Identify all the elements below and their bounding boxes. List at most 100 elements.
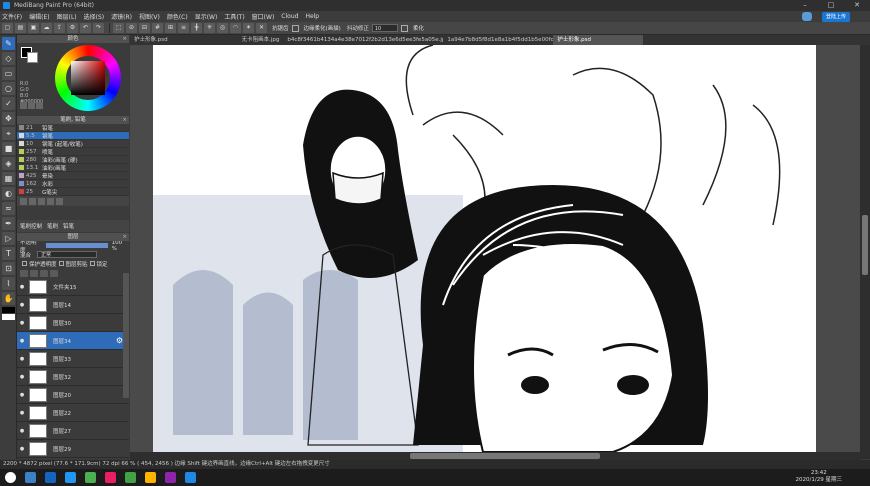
brush-item[interactable]: 10 钢笔 (起笔/收笔)	[17, 140, 129, 148]
layer-row[interactable]: ● 图层27	[17, 422, 129, 440]
snap-radial-icon[interactable]: ✳	[204, 23, 215, 33]
brush-item[interactable]: 13.1 油彩(画笔	[17, 164, 129, 172]
menu-select[interactable]: 选择(S)	[84, 12, 105, 21]
folder-icon[interactable]	[145, 472, 156, 483]
layer-row[interactable]: ● 图层20	[17, 386, 129, 404]
visibility-icon[interactable]: ●	[17, 320, 27, 326]
chrome-icon[interactable]	[85, 472, 96, 483]
foreground-swatch[interactable]	[2, 307, 15, 313]
layer-row[interactable]: ● 图层22	[17, 404, 129, 422]
layer-row[interactable]: ● 图层30	[17, 314, 129, 332]
wheel-mode-icon[interactable]	[20, 102, 27, 109]
lasso-tool-icon[interactable]: ○	[2, 82, 15, 95]
horizontal-scrollbar[interactable]	[130, 452, 860, 460]
menu-file[interactable]: 文件(F)	[2, 12, 22, 21]
bucket-tool-icon[interactable]: ◈	[2, 157, 15, 170]
delete-brush-icon[interactable]	[56, 197, 63, 205]
tab-brush-control[interactable]: 笔刷控制	[20, 222, 42, 230]
clipping-checkbox[interactable]	[58, 261, 64, 266]
snap-curve-icon[interactable]: ◠	[230, 23, 241, 33]
close-icon[interactable]: ×	[122, 116, 127, 124]
grid-icon[interactable]: #	[152, 23, 163, 33]
app-icon[interactable]	[105, 472, 116, 483]
layer-settings-icon[interactable]: ⚙	[116, 336, 123, 345]
close-icon[interactable]: ×	[122, 35, 127, 43]
maximize-button[interactable]: □	[818, 0, 844, 11]
snap-parallel-icon[interactable]: ≡	[178, 23, 189, 33]
import-brush-icon[interactable]	[47, 197, 54, 205]
menu-tools[interactable]: 工具(T)	[224, 12, 244, 21]
menu-cloud[interactable]: Cloud	[281, 13, 298, 20]
cloud-save-icon[interactable]: ☁	[41, 23, 52, 33]
stabilizer-select[interactable]: 10	[371, 24, 398, 32]
shape-tool-icon[interactable]: ▷	[2, 232, 15, 245]
menu-view[interactable]: 视图(V)	[139, 12, 160, 21]
settings-icon[interactable]: ⚙	[67, 23, 78, 33]
eyedropper-tool-icon[interactable]: ⌇	[2, 277, 15, 290]
minimize-button[interactable]: –	[792, 0, 818, 11]
selection-icon[interactable]: ⬚	[113, 23, 124, 33]
gradient-tool-icon[interactable]: ▦	[2, 172, 15, 185]
brush-item[interactable]: 162 水彩	[17, 180, 129, 188]
drawing-canvas[interactable]	[153, 45, 816, 452]
doc-tab[interactable]: 1a94e7b8d5f8d1e8a1b4f5dd1b5e00fd4f0d4e3d…	[443, 35, 553, 45]
slider-mode-icon[interactable]	[28, 102, 35, 109]
brush-item[interactable]: 425 晕染	[17, 172, 129, 180]
visibility-icon[interactable]: ●	[17, 446, 27, 452]
app-icon[interactable]	[165, 472, 176, 483]
cloud-icon[interactable]	[802, 12, 812, 21]
snap-cross-icon[interactable]: ╋	[191, 23, 202, 33]
eraser-tool-icon[interactable]: ◇	[2, 52, 15, 65]
layer-row[interactable]: ● 图层14	[17, 296, 129, 314]
menu-layer[interactable]: 图层(L)	[57, 12, 77, 21]
snap-icon[interactable]: ⊞	[165, 23, 176, 33]
doc-tab[interactable]: b4c8f3461b4134a4e38e7012f2b2d13e6d5ee3fe…	[283, 35, 443, 45]
doc-tab[interactable]: 无卡阻画本.jpg	[172, 35, 284, 45]
saturation-square[interactable]	[71, 61, 105, 95]
text-tool-icon[interactable]: T	[2, 247, 15, 260]
deselect-icon[interactable]: ⊘	[126, 23, 137, 33]
cloud-upload-button[interactable]: 登陆上传	[821, 12, 850, 22]
new-file-icon[interactable]: ▢	[2, 23, 13, 33]
hand-tool-icon[interactable]: ✋	[2, 292, 15, 305]
snap-vanish-icon[interactable]: ✶	[243, 23, 254, 33]
open-file-icon[interactable]: ▤	[15, 23, 26, 33]
visibility-icon[interactable]: ●	[17, 392, 27, 398]
vertical-scrollbar[interactable]	[860, 45, 870, 459]
tab-pencil[interactable]: 铅笔	[63, 222, 74, 230]
snap-off-icon[interactable]: ✕	[256, 23, 267, 33]
new-folder-icon[interactable]	[30, 269, 38, 277]
layer-row[interactable]: ● 图层29	[17, 440, 129, 458]
brush-item[interactable]: 21 铅笔	[17, 124, 129, 132]
blend-mode-select[interactable]: 正常	[37, 251, 98, 258]
copy-brush-icon[interactable]	[38, 197, 45, 205]
layer-row[interactable]: ● 图层33	[17, 350, 129, 368]
background-color[interactable]	[27, 52, 38, 63]
opacity-slider[interactable]	[45, 243, 108, 248]
brush-item[interactable]: 25 G笔尖	[17, 188, 129, 196]
menu-display[interactable]: 显示(W)	[195, 12, 218, 21]
add-brush-icon[interactable]	[20, 197, 27, 205]
snap-circle-icon[interactable]: ◎	[217, 23, 228, 33]
vertical-scroll-thumb[interactable]	[862, 215, 868, 275]
move-tool-icon[interactable]: ✥	[2, 112, 15, 125]
brush-settings-icon[interactable]	[29, 197, 36, 205]
edge-soften-checkbox[interactable]	[291, 24, 299, 32]
layer-scrollbar[interactable]	[123, 273, 129, 398]
medibang-icon[interactable]	[185, 472, 196, 483]
close-button[interactable]: ✕	[844, 0, 870, 11]
menu-window[interactable]: 窗口(W)	[252, 12, 275, 21]
save-icon[interactable]: ▣	[28, 23, 39, 33]
visibility-icon[interactable]: ●	[17, 338, 27, 344]
visibility-icon[interactable]: ●	[17, 428, 27, 434]
visibility-icon[interactable]: ●	[17, 284, 27, 290]
menu-help[interactable]: Help	[305, 13, 319, 20]
explorer-icon[interactable]	[25, 472, 36, 483]
photoshop-icon[interactable]	[45, 472, 56, 483]
doc-tab[interactable]: 护士形象.psd	[130, 35, 172, 45]
brush-tool-icon[interactable]: ✎	[2, 37, 15, 50]
visibility-icon[interactable]: ●	[17, 302, 27, 308]
palette-mode-icon[interactable]	[36, 102, 43, 109]
undo-icon[interactable]: ↶	[80, 23, 91, 33]
layer-row[interactable]: ● 图层32	[17, 368, 129, 386]
